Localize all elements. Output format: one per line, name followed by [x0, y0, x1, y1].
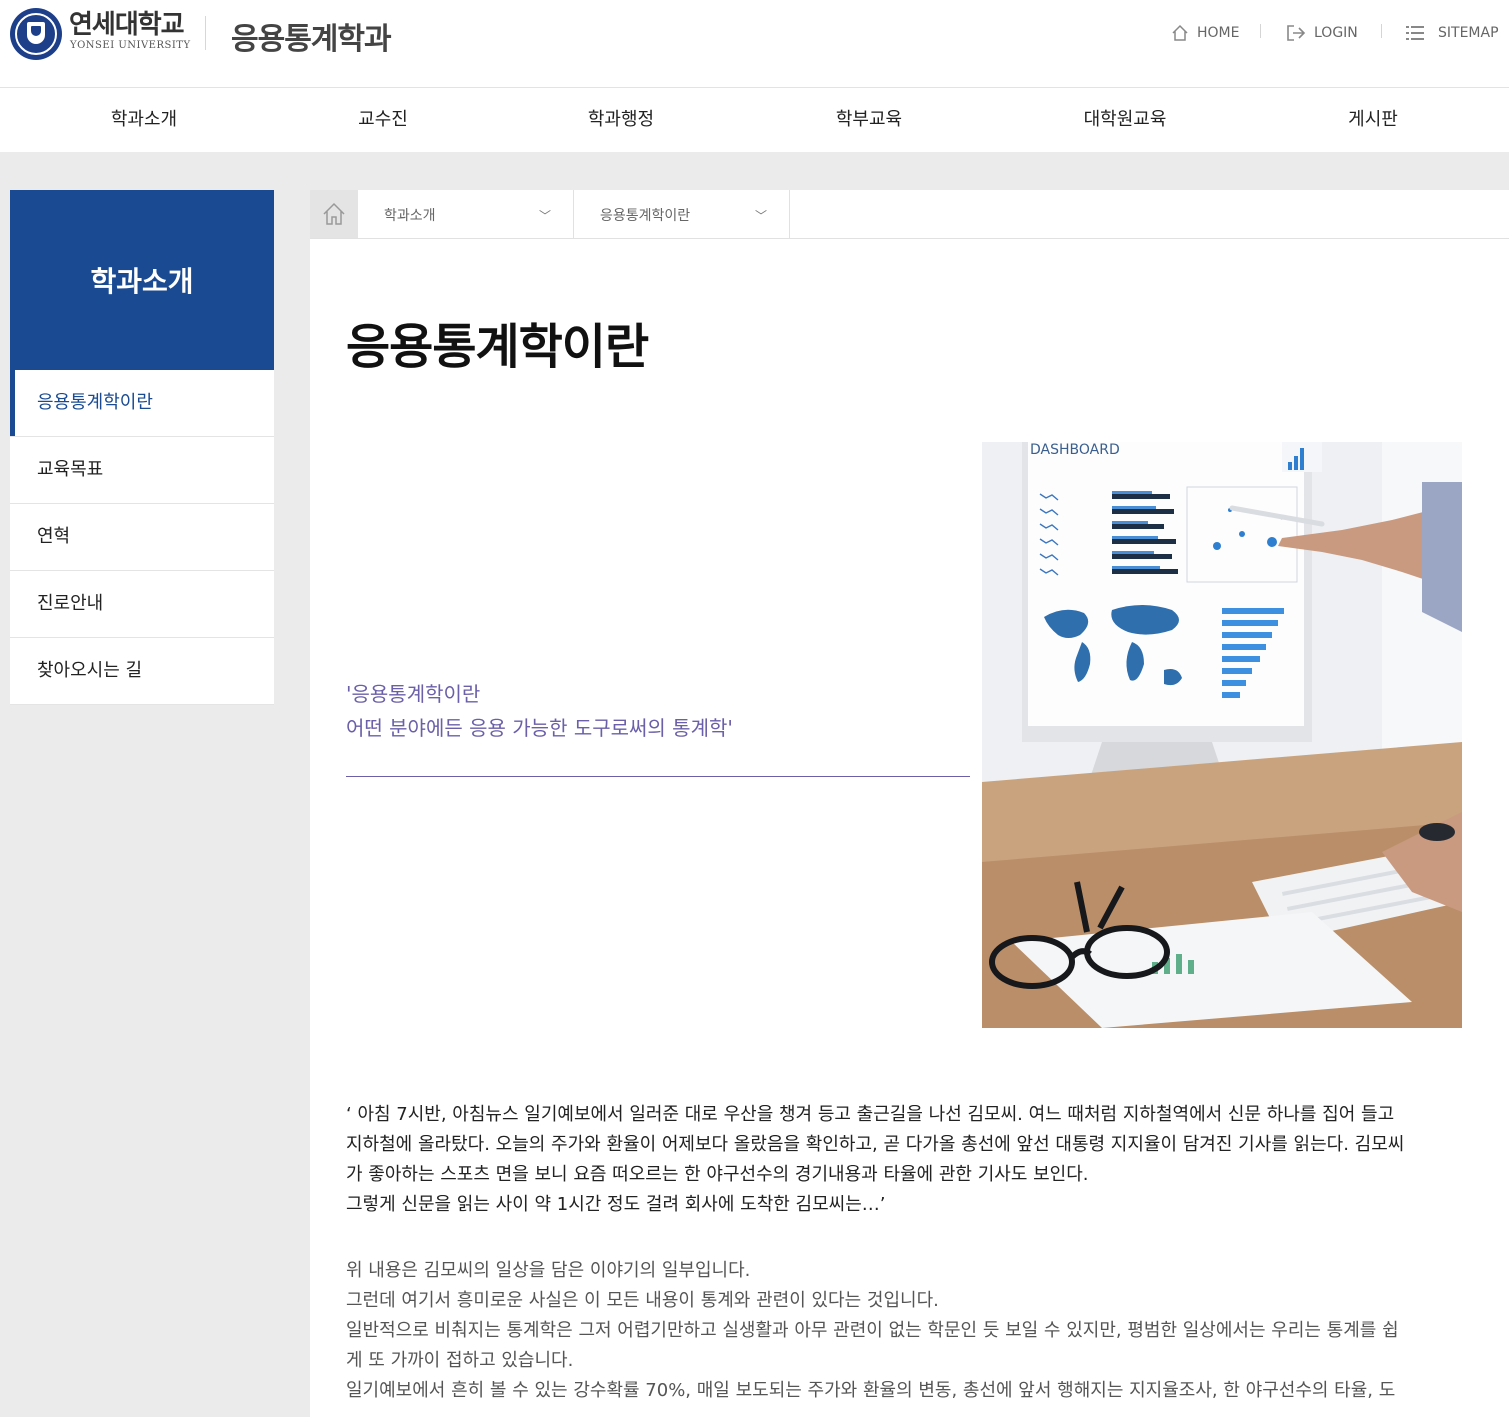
- gnb-item-administration[interactable]: 학과행정: [588, 88, 654, 152]
- breadcrumb: 학과소개 ﹀ 응용통계학이란 ﹀: [310, 190, 1509, 239]
- home-link-label: HOME: [1197, 25, 1240, 41]
- main-navigation: 학과소개 교수진 학과행정 학부교육 대학원교육 게시판: [0, 88, 1509, 152]
- story-line: 가 좋아하는 스포츠 면을 보니 요즘 떠오르는 한 야구선수의 경기내용과 타…: [346, 1164, 1089, 1185]
- explanation-line: 그런데 여기서 흥미로운 사실은 이 모든 내용이 통계와 관련이 있다는 것입…: [346, 1290, 939, 1311]
- sidebar-item-history[interactable]: 연혁: [10, 504, 274, 571]
- sidebar-item-career[interactable]: 진로안내: [10, 571, 274, 638]
- explanation-line: 위 내용은 김모씨의 일상을 담은 이야기의 일부입니다.: [346, 1260, 751, 1281]
- sidebar-item-applied-statistics[interactable]: 응용통계학이란: [10, 370, 274, 437]
- story-line: 지하철에 올라탔다. 오늘의 주가와 환율이 어제보다 올랐음을 확인하고, 곧…: [346, 1134, 1405, 1155]
- gnb-item-faculty[interactable]: 교수진: [358, 88, 408, 152]
- university-english-name: YONSEI UNIVERSITY: [70, 40, 191, 51]
- util-divider: [1260, 24, 1261, 38]
- site-header: 연세대학교 YONSEI UNIVERSITY 응용통계학과 HOME LOGI…: [0, 0, 1509, 88]
- university-emblem-icon[interactable]: [10, 8, 62, 60]
- gnb-item-board[interactable]: 게시판: [1348, 88, 1398, 152]
- explanation-line: 게 또 가까이 접하고 있습니다.: [346, 1350, 574, 1371]
- intro-quote-line1: '응용통계학이란: [346, 682, 481, 706]
- login-icon: [1287, 25, 1306, 41]
- main-content: 응용통계학이란 '응용통계학이란 어떤 분야에든 응용 가능한 도구로써의 통계…: [310, 239, 1509, 1417]
- explanation-paragraph: 위 내용은 김모씨의 일상을 담은 이야기의 일부입니다. 그런데 여기서 흥미…: [346, 1256, 1466, 1406]
- list-icon: [1406, 26, 1424, 40]
- explanation-line: 일반적으로 비춰지는 통계학은 그저 어렵기만하고 실생활과 아무 관련이 없는…: [346, 1320, 1399, 1341]
- breadcrumb-home-button[interactable]: [310, 190, 358, 238]
- gnb-item-graduate[interactable]: 대학원교육: [1084, 88, 1167, 152]
- breadcrumb-dropdown-level2[interactable]: 응용통계학이란 ﹀: [574, 190, 790, 238]
- story-line: ‘ 아침 7시반, 아침뉴스 일기예보에서 일러준 대로 우산을 챙겨 등고 출…: [346, 1104, 1395, 1125]
- dashboard-monitor-image: DASHBOARD: [982, 442, 1462, 1028]
- breadcrumb-dropdown-level1[interactable]: 학과소개 ﹀: [358, 190, 574, 238]
- intro-quote-line2: 어떤 분야에든 응용 가능한 도구로써의 통계학': [346, 716, 733, 740]
- chevron-down-icon: ﹀: [754, 209, 767, 223]
- header-divider: [205, 16, 206, 50]
- story-line: 그렇게 신문을 읽는 사이 약 1시간 정도 걸려 회사에 도착한 김모씨는…’: [346, 1194, 886, 1215]
- home-icon: [1172, 24, 1188, 41]
- gnb-item-department-intro[interactable]: 학과소개: [111, 88, 177, 152]
- university-name[interactable]: 연세대학교: [69, 10, 185, 40]
- breadcrumb-level1-label: 학과소개: [384, 208, 436, 224]
- chevron-down-icon: ﹀: [538, 209, 551, 223]
- sidebar-title: 학과소개: [10, 190, 274, 370]
- login-link[interactable]: LOGIN: [1286, 22, 1358, 44]
- explanation-line: 일기예보에서 흔히 볼 수 있는 강수확률 70%, 매일 보도되는 주가와 환…: [346, 1380, 1396, 1401]
- quote-underline: [346, 776, 970, 777]
- story-paragraph: ‘ 아침 7시반, 아침뉴스 일기예보에서 일러준 대로 우산을 챙겨 등고 출…: [346, 1100, 1466, 1220]
- sitemap-link-label: SITEMAP: [1438, 25, 1499, 41]
- sitemap-link[interactable]: SITEMAP: [1406, 22, 1499, 44]
- intro-quote: '응용통계학이란 어떤 분야에든 응용 가능한 도구로써의 통계학': [346, 677, 733, 745]
- home-link[interactable]: HOME: [1171, 22, 1239, 44]
- breadcrumb-level2-label: 응용통계학이란: [600, 208, 691, 224]
- dashboard-screen-title: DASHBOARD: [1030, 442, 1120, 458]
- util-divider: [1381, 24, 1382, 38]
- department-name[interactable]: 응용통계학과: [231, 14, 392, 58]
- page-title: 응용통계학이란: [346, 319, 649, 375]
- sidebar-item-directions[interactable]: 찾아오시는 길: [10, 638, 274, 705]
- login-link-label: LOGIN: [1314, 25, 1358, 41]
- gnb-item-undergraduate[interactable]: 학부교육: [836, 88, 902, 152]
- sidebar-menu: 응용통계학이란 교육목표 연혁 진로안내 찾아오시는 길: [10, 370, 274, 705]
- home-icon: [323, 202, 345, 225]
- dashboard-illustration: DASHBOARD: [982, 442, 1462, 1028]
- sidebar-item-education-goals[interactable]: 교육목표: [10, 437, 274, 504]
